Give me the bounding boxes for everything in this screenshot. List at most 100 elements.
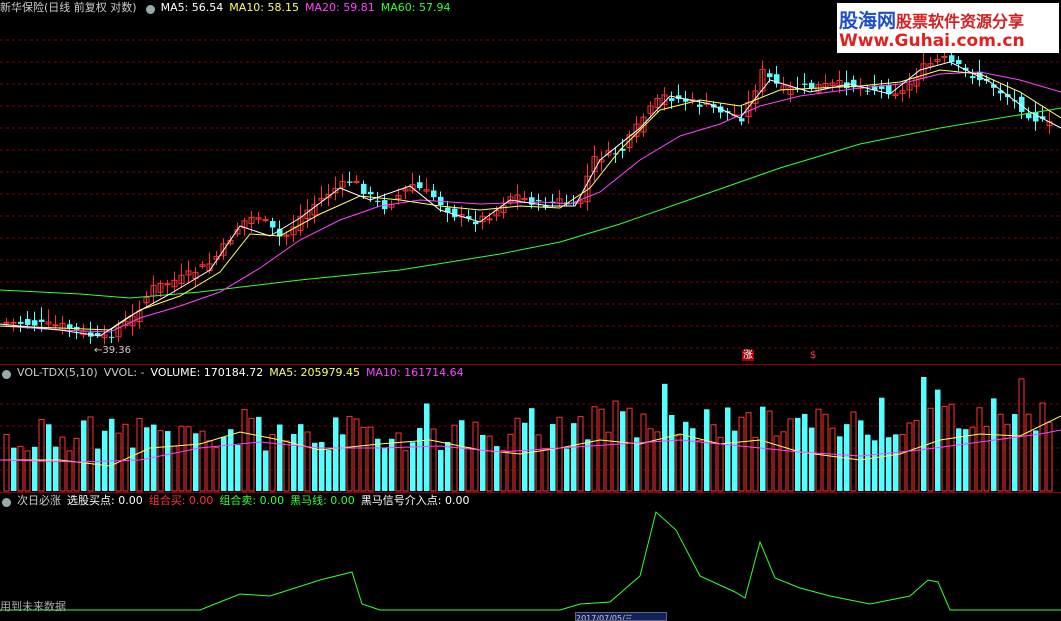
volume-bar [514, 417, 521, 492]
candle-body [865, 90, 871, 92]
settings-circle-icon[interactable] [2, 369, 11, 379]
volume-bar [535, 434, 542, 492]
candle-body [39, 319, 45, 323]
volume-bar [500, 449, 507, 492]
indicator-panel[interactable]: 次日必涨 选股买点: 0.00 组合买: 0.00 组合卖: 0.00 黑马线:… [0, 492, 1061, 619]
volume-bar [522, 422, 528, 491]
volume-bar [1004, 423, 1011, 492]
ma20-value: MA20: 59.81 [305, 1, 375, 14]
volume-bar [17, 445, 24, 492]
guhai-watermark: 股海网股票软件资源分享 Www.Guhai.com.cn [837, 3, 1059, 53]
candle-body [32, 320, 38, 326]
ma10-value: MA10: 58.15 [229, 1, 300, 14]
xuangu-value: 选股买点: 0.00 [67, 494, 143, 507]
volume-bar [1012, 414, 1018, 491]
settings-circle-icon[interactable] [145, 4, 155, 14]
volume-bar [738, 416, 745, 492]
volume-bar [991, 398, 997, 491]
candle-body [809, 82, 815, 89]
volume-bar [228, 429, 234, 491]
dollar-marker: $ [810, 350, 817, 361]
candlestick-chart[interactable] [0, 0, 1061, 364]
volume-bar [402, 450, 409, 492]
candle-body [18, 321, 24, 324]
volume-header: VOL-TDX(5,10) VVOL: - VOLUME: 170184.72 … [0, 365, 464, 381]
candle-body [375, 200, 381, 202]
date-cursor-box: 2017/07/05/三 [575, 612, 667, 621]
indicator-line-chart[interactable] [0, 492, 1061, 619]
volume-bar [752, 436, 759, 492]
volume-bar [213, 447, 220, 492]
candle-body [109, 336, 115, 338]
volume-bar [375, 438, 381, 491]
volume-bar [263, 450, 269, 491]
candle-body [368, 191, 374, 195]
stock-title: 新华保险(日线 前复权 对数) [0, 1, 137, 14]
volume-bar [326, 450, 332, 491]
price-chart-panel[interactable]: 新华保险(日线 前复权 对数) MA5: 56.54 MA10: 58.15 M… [0, 0, 1061, 364]
watermark-slogan: 股票软件资源分享 [896, 12, 1025, 31]
candle-body [767, 73, 773, 78]
volume-bar [277, 424, 283, 491]
volume-bar [417, 428, 423, 491]
volume-bar [507, 433, 514, 492]
volume-bar [66, 450, 73, 492]
watermark-brand: 股海网 [839, 10, 897, 32]
vvol-value: VVOL: - [103, 366, 145, 379]
candle-body [949, 55, 955, 63]
volume-bar [963, 429, 969, 491]
volume-bar [353, 418, 360, 492]
volume-panel[interactable]: VOL-TDX(5,10) VVOL: - VOLUME: 170184.72 … [0, 364, 1061, 492]
volume-bar [430, 428, 437, 492]
ma5-value: MA5: 56.54 [160, 1, 224, 14]
volume-bar [620, 411, 626, 491]
volume-bar [87, 416, 94, 492]
volume-bar [235, 444, 241, 491]
volume-bar [389, 438, 395, 491]
volume-bar [564, 448, 570, 491]
volume-bar [130, 447, 136, 491]
volume-bar [199, 430, 206, 492]
volume-bar [634, 437, 640, 491]
volume-bar [941, 405, 948, 492]
volume-bar [927, 407, 934, 492]
volume-bar [669, 415, 675, 491]
volume-bar [809, 427, 815, 491]
volume-bar [815, 408, 822, 492]
volume-bar [3, 434, 10, 492]
volume-bar [647, 428, 654, 492]
volume-bar [73, 438, 80, 492]
volume-bar [438, 450, 444, 491]
volume-bar [395, 432, 402, 492]
candle-body [536, 200, 542, 202]
candle-body [970, 76, 976, 79]
volume-bar [451, 424, 458, 492]
volume-bar [704, 409, 710, 491]
volume-bar [24, 450, 31, 492]
volume-bar [178, 425, 185, 492]
volume-bar [865, 434, 871, 491]
zuhe-sell-value: 组合卖: 0.00 [219, 494, 285, 507]
volume-bar [906, 422, 913, 492]
volume-bar [683, 421, 689, 491]
volume-bar [899, 433, 906, 492]
volume-bar [577, 416, 584, 492]
volume-bar [256, 416, 262, 491]
volume-bar [872, 440, 878, 491]
volume-bar [95, 448, 101, 491]
candle-body [3, 321, 10, 324]
zuhe-buy-value: 组合买: 0.00 [148, 494, 214, 507]
volume-bar [612, 400, 619, 492]
volume-bar [585, 439, 591, 491]
volume-bar [340, 434, 346, 491]
candle-body [25, 318, 31, 325]
volume-bar [193, 433, 199, 491]
volume-bar [780, 431, 787, 492]
volume-bars-chart[interactable] [0, 364, 1061, 492]
candle-body [879, 86, 885, 89]
settings-circle-icon[interactable] [2, 497, 11, 507]
volume-bar [1033, 430, 1039, 491]
volume-bar [550, 424, 556, 491]
volume-bar [787, 418, 794, 492]
candle-body [270, 221, 276, 228]
